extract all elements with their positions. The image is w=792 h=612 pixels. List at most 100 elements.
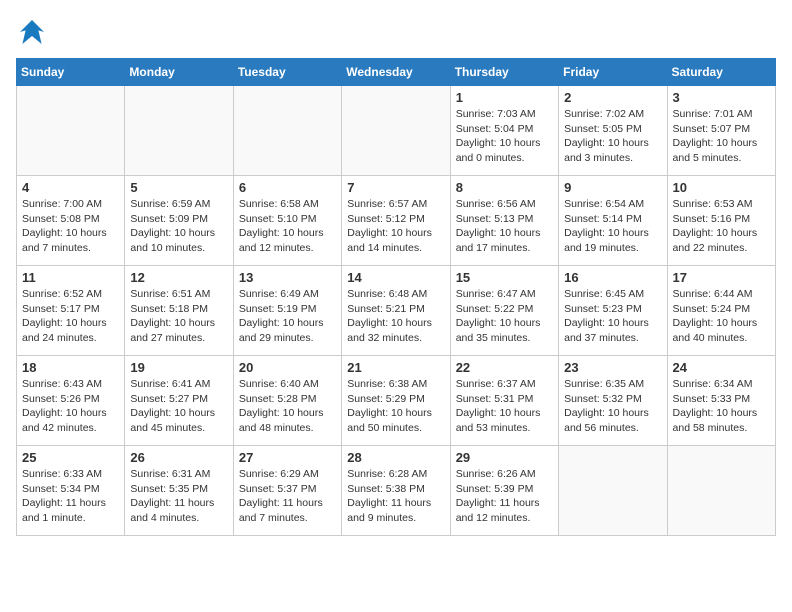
week-row-4: 18 Sunrise: 6:43 AM Sunset: 5:26 PM Dayli… [17,356,776,446]
calendar-cell: 12 Sunrise: 6:51 AM Sunset: 5:18 PM Dayli… [125,266,233,356]
day-number: 1 [456,90,553,105]
day-number: 8 [456,180,553,195]
day-number: 29 [456,450,553,465]
day-info: Sunrise: 6:54 AM Sunset: 5:14 PM Dayligh… [564,197,661,256]
calendar-cell [17,86,125,176]
calendar-cell: 19 Sunrise: 6:41 AM Sunset: 5:27 PM Dayli… [125,356,233,446]
day-number: 3 [673,90,770,105]
weekday-header-friday: Friday [559,59,667,86]
calendar-cell: 10 Sunrise: 6:53 AM Sunset: 5:16 PM Dayli… [667,176,775,266]
week-row-2: 4 Sunrise: 7:00 AM Sunset: 5:08 PM Daylig… [17,176,776,266]
day-number: 9 [564,180,661,195]
calendar-cell: 9 Sunrise: 6:54 AM Sunset: 5:14 PM Daylig… [559,176,667,266]
weekday-header-saturday: Saturday [667,59,775,86]
weekday-header-thursday: Thursday [450,59,558,86]
day-info: Sunrise: 6:59 AM Sunset: 5:09 PM Dayligh… [130,197,227,256]
calendar-cell: 28 Sunrise: 6:28 AM Sunset: 5:38 PM Dayli… [342,446,450,536]
day-info: Sunrise: 7:00 AM Sunset: 5:08 PM Dayligh… [22,197,119,256]
day-number: 13 [239,270,336,285]
calendar-cell: 27 Sunrise: 6:29 AM Sunset: 5:37 PM Dayli… [233,446,341,536]
week-row-3: 11 Sunrise: 6:52 AM Sunset: 5:17 PM Dayli… [17,266,776,356]
day-number: 10 [673,180,770,195]
header [16,16,776,48]
day-number: 11 [22,270,119,285]
calendar-cell: 18 Sunrise: 6:43 AM Sunset: 5:26 PM Dayli… [17,356,125,446]
day-info: Sunrise: 6:47 AM Sunset: 5:22 PM Dayligh… [456,287,553,346]
calendar-cell: 3 Sunrise: 7:01 AM Sunset: 5:07 PM Daylig… [667,86,775,176]
day-number: 5 [130,180,227,195]
day-number: 25 [22,450,119,465]
day-info: Sunrise: 6:53 AM Sunset: 5:16 PM Dayligh… [673,197,770,256]
day-number: 4 [22,180,119,195]
day-info: Sunrise: 6:51 AM Sunset: 5:18 PM Dayligh… [130,287,227,346]
calendar-cell: 24Sunrise: 6:34 AM Sunset: 5:33 PM Dayli… [667,356,775,446]
week-row-5: 25 Sunrise: 6:33 AM Sunset: 5:34 PM Dayli… [17,446,776,536]
day-info: Sunrise: 6:57 AM Sunset: 5:12 PM Dayligh… [347,197,444,256]
day-number: 28 [347,450,444,465]
day-number: 22 [456,360,553,375]
day-number: 20 [239,360,336,375]
calendar-cell: 4 Sunrise: 7:00 AM Sunset: 5:08 PM Daylig… [17,176,125,266]
day-number: 2 [564,90,661,105]
day-number: 27 [239,450,336,465]
day-info: Sunrise: 6:56 AM Sunset: 5:13 PM Dayligh… [456,197,553,256]
day-info: Sunrise: 6:26 AM Sunset: 5:39 PM Dayligh… [456,467,553,526]
calendar-cell: 20Sunrise: 6:40 AM Sunset: 5:28 PM Dayli… [233,356,341,446]
day-info: Sunrise: 6:37 AM Sunset: 5:31 PM Dayligh… [456,377,553,436]
calendar-cell [125,86,233,176]
calendar-cell: 29 Sunrise: 6:26 AM Sunset: 5:39 PM Dayli… [450,446,558,536]
day-info: Sunrise: 6:41 AM Sunset: 5:27 PM Dayligh… [130,377,227,436]
day-number: 6 [239,180,336,195]
day-info: Sunrise: 6:44 AM Sunset: 5:24 PM Dayligh… [673,287,770,346]
calendar-table: SundayMondayTuesdayWednesdayThursdayFrid… [16,58,776,536]
calendar-cell: 16 Sunrise: 6:45 AM Sunset: 5:23 PM Dayli… [559,266,667,356]
day-info: Sunrise: 6:52 AM Sunset: 5:17 PM Dayligh… [22,287,119,346]
day-info: Sunrise: 7:02 AM Sunset: 5:05 PM Dayligh… [564,107,661,166]
calendar-cell: 11 Sunrise: 6:52 AM Sunset: 5:17 PM Dayli… [17,266,125,356]
day-info: Sunrise: 6:58 AM Sunset: 5:10 PM Dayligh… [239,197,336,256]
day-number: 23 [564,360,661,375]
day-info: Sunrise: 6:49 AM Sunset: 5:19 PM Dayligh… [239,287,336,346]
day-number: 14 [347,270,444,285]
calendar-cell: 5 Sunrise: 6:59 AM Sunset: 5:09 PM Daylig… [125,176,233,266]
day-info: Sunrise: 6:33 AM Sunset: 5:34 PM Dayligh… [22,467,119,526]
calendar-cell: 13 Sunrise: 6:49 AM Sunset: 5:19 PM Dayli… [233,266,341,356]
week-row-1: 1 Sunrise: 7:03 AM Sunset: 5:04 PM Daylig… [17,86,776,176]
day-info: Sunrise: 7:03 AM Sunset: 5:04 PM Dayligh… [456,107,553,166]
calendar-cell [233,86,341,176]
calendar-cell: 14Sunrise: 6:48 AM Sunset: 5:21 PM Dayli… [342,266,450,356]
calendar-cell: 23Sunrise: 6:35 AM Sunset: 5:32 PM Dayli… [559,356,667,446]
calendar-cell: 2 Sunrise: 7:02 AM Sunset: 5:05 PM Daylig… [559,86,667,176]
logo-bird-icon [16,16,48,48]
day-info: Sunrise: 6:43 AM Sunset: 5:26 PM Dayligh… [22,377,119,436]
day-number: 21 [347,360,444,375]
calendar-cell: 21Sunrise: 6:38 AM Sunset: 5:29 PM Dayli… [342,356,450,446]
day-number: 17 [673,270,770,285]
calendar-cell: 6 Sunrise: 6:58 AM Sunset: 5:10 PM Daylig… [233,176,341,266]
calendar-cell [342,86,450,176]
day-number: 26 [130,450,227,465]
day-info: Sunrise: 6:45 AM Sunset: 5:23 PM Dayligh… [564,287,661,346]
day-number: 12 [130,270,227,285]
day-number: 18 [22,360,119,375]
day-number: 24 [673,360,770,375]
calendar-cell: 7Sunrise: 6:57 AM Sunset: 5:12 PM Daylig… [342,176,450,266]
calendar-cell [667,446,775,536]
day-number: 19 [130,360,227,375]
weekday-header-wednesday: Wednesday [342,59,450,86]
weekday-header-sunday: Sunday [17,59,125,86]
logo [16,16,52,48]
calendar-cell: 15 Sunrise: 6:47 AM Sunset: 5:22 PM Dayli… [450,266,558,356]
calendar-cell: 26 Sunrise: 6:31 AM Sunset: 5:35 PM Dayli… [125,446,233,536]
day-info: Sunrise: 6:29 AM Sunset: 5:37 PM Dayligh… [239,467,336,526]
calendar-cell: 8 Sunrise: 6:56 AM Sunset: 5:13 PM Daylig… [450,176,558,266]
calendar-cell: 17 Sunrise: 6:44 AM Sunset: 5:24 PM Dayli… [667,266,775,356]
day-number: 15 [456,270,553,285]
calendar-cell: 1 Sunrise: 7:03 AM Sunset: 5:04 PM Daylig… [450,86,558,176]
weekday-header-tuesday: Tuesday [233,59,341,86]
day-number: 16 [564,270,661,285]
day-info: Sunrise: 6:28 AM Sunset: 5:38 PM Dayligh… [347,467,444,526]
day-info: Sunrise: 7:01 AM Sunset: 5:07 PM Dayligh… [673,107,770,166]
day-info: Sunrise: 6:31 AM Sunset: 5:35 PM Dayligh… [130,467,227,526]
weekday-header-monday: Monday [125,59,233,86]
